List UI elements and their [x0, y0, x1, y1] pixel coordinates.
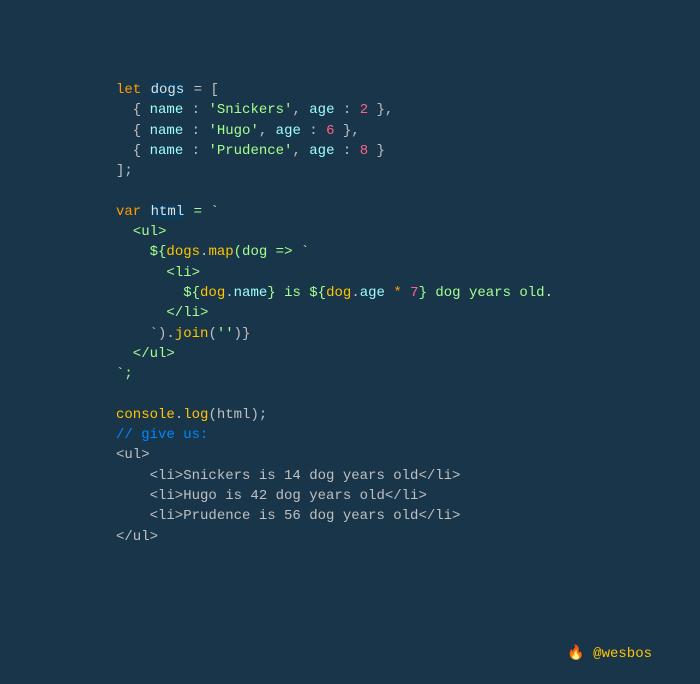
output-2: <li>Snickers is 14 dog years old</li> — [116, 468, 460, 484]
line-1: let dogs = [ — [116, 82, 219, 98]
line-13: </ul> — [116, 346, 175, 362]
var-dogs: dogs — [150, 82, 186, 98]
line-16-comment: // give us: — [116, 427, 208, 443]
line-5: ]; — [116, 163, 133, 179]
keyword-var: var — [116, 204, 141, 220]
line-12: `).join('')} — [116, 326, 250, 342]
line-11: </li> — [116, 305, 208, 321]
author-handle: @wesbos — [585, 646, 652, 662]
fire-icon: 🔥 — [567, 646, 584, 662]
line-3: { name : 'Hugo', age : 6 }, — [116, 123, 360, 139]
line-4: { name : 'Prudence', age : 8 } — [116, 143, 385, 159]
var-html: html — [150, 204, 186, 220]
line-15: console.log(html); — [116, 407, 267, 423]
output-4: <li>Prudence is 56 dog years old</li> — [116, 508, 460, 524]
line-8: ${dogs.map(dog => ` — [116, 244, 309, 260]
output-5: </ul> — [116, 529, 158, 545]
line-6: var html = ` — [116, 204, 219, 220]
output-3: <li>Hugo is 42 dog years old</li> — [116, 488, 427, 504]
output-1: <ul> — [116, 447, 150, 463]
keyword-let: let — [116, 82, 141, 98]
line-9: <li> — [116, 265, 200, 281]
line-2: { name : 'Snickers', age : 2 }, — [116, 102, 393, 118]
line-7: <ul> — [116, 224, 166, 240]
line-14: `; — [116, 366, 133, 382]
line-10: ${dog.name} is ${dog.age * 7} dog years … — [116, 285, 553, 301]
code-snippet: let dogs = [ { name : 'Snickers', age : … — [0, 0, 700, 547]
signature: 🔥 @wesbos — [567, 644, 652, 664]
